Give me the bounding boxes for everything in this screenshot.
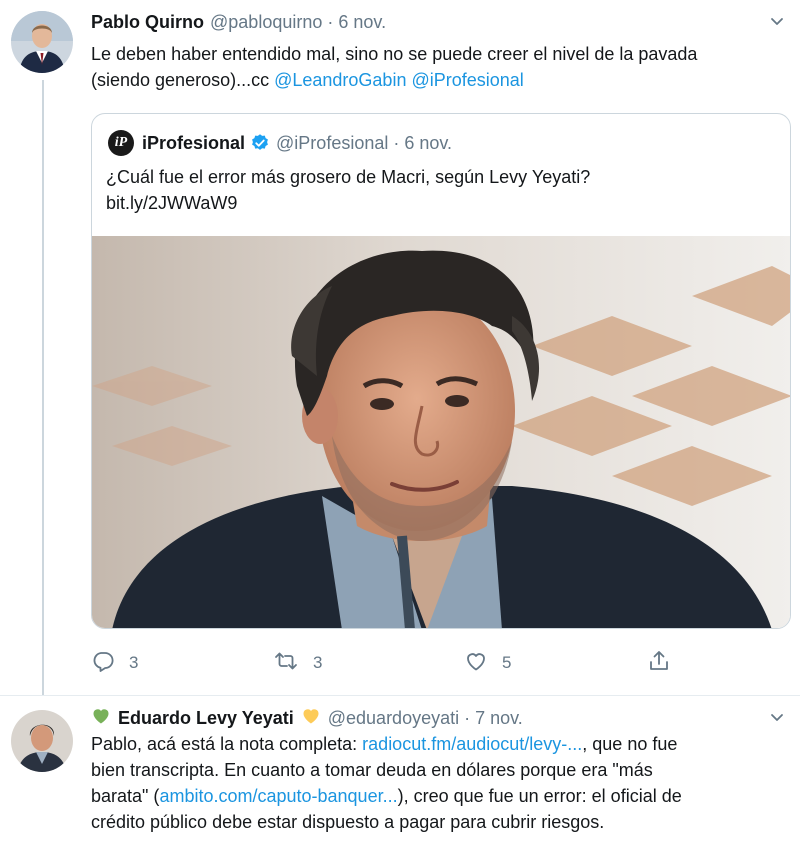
author-handle[interactable]: @pabloquirno <box>210 12 322 33</box>
author-handle[interactable]: @eduardoyeyati <box>328 708 459 729</box>
quoted-text: ¿Cuál fue el error más grosero de Macri,… <box>106 164 766 216</box>
like-count: 5 <box>502 653 512 672</box>
retweet-icon <box>273 649 313 678</box>
yellow-heart-icon <box>301 706 321 731</box>
mention-leandrogabin[interactable]: @LeandroGabin <box>274 70 406 90</box>
tweet2-line3: barata" (ambito.com/caputo-banquer...), … <box>91 783 791 809</box>
verified-badge-icon <box>250 133 270 153</box>
tweet1-header: Pablo Quirno @pabloquirno · 6 nov. <box>91 9 386 35</box>
tweet2-line3-b: ), creo que fue un error: el oficial de <box>397 786 682 806</box>
quoted-date[interactable]: 6 nov. <box>404 133 452 154</box>
quoted-header: iProfesional @iProfesional · 6 nov. <box>142 130 452 156</box>
tweet-date[interactable]: 6 nov. <box>338 12 386 33</box>
share-icon <box>648 649 684 678</box>
tweet2-line1: Pablo, acá está la nota completa: radioc… <box>91 731 791 757</box>
avatar-eduardo-levy-yeyati[interactable] <box>11 710 73 772</box>
quoted-text-line: ¿Cuál fue el error más grosero de Macri,… <box>106 167 591 187</box>
quoted-author-name[interactable]: iProfesional <box>142 133 245 154</box>
quoted-author-handle[interactable]: @iProfesional <box>276 133 388 154</box>
reply-count: 3 <box>129 653 139 672</box>
quoted-tweet-card[interactable]: iP iProfesional @iProfesional · 6 nov. ¿… <box>91 113 791 629</box>
quoted-link[interactable]: bit.ly/2JWWaW9 <box>106 190 766 216</box>
tweet1-text: Le deben haber entendido mal, sino no se… <box>91 41 791 93</box>
thread-connector-line <box>42 80 44 695</box>
separator-dot: · <box>464 707 471 728</box>
green-heart-icon <box>91 706 111 731</box>
tweet2-text: Pablo, acá está la nota completa: radioc… <box>91 731 791 835</box>
quoted-photo[interactable] <box>92 236 790 628</box>
tweet1-text-prefix: (siendo generoso)...cc <box>91 70 275 90</box>
tweet-date[interactable]: 7 nov. <box>475 708 523 729</box>
tweet1-text-line1: Le deben haber entendido mal, sino no se… <box>91 44 698 64</box>
tweet2-line1-b: , que no fue <box>582 734 678 754</box>
radiocut-link[interactable]: radiocut.fm/audiocut/levy-... <box>362 734 582 754</box>
chevron-down-icon[interactable] <box>768 708 786 726</box>
tweet1-actions: 3 3 5 <box>91 648 671 678</box>
like-button[interactable]: 5 <box>464 648 511 678</box>
heart-icon <box>464 649 502 678</box>
tweet2-line4: crédito público debe estar dispuesto a p… <box>91 812 605 832</box>
ambito-link[interactable]: ambito.com/caputo-banquer... <box>159 786 397 806</box>
tweet2-header: Eduardo Levy Yeyati @eduardoyeyati · 7 n… <box>91 705 523 731</box>
retweet-button[interactable]: 3 <box>273 648 322 678</box>
retweet-count: 3 <box>313 653 323 672</box>
tweet1-text-line2: (siendo generoso)...cc @LeandroGabin @iP… <box>91 67 791 93</box>
tweet2-line2: bien transcripta. En cuanto a tomar deud… <box>91 760 653 780</box>
tweet-pablo-quirno[interactable]: Pablo Quirno @pabloquirno · 6 nov. Le de… <box>0 0 800 695</box>
reply-icon <box>91 649 129 678</box>
author-name[interactable]: Eduardo Levy Yeyati <box>118 708 294 729</box>
author-name[interactable]: Pablo Quirno <box>91 12 204 33</box>
tweet2-line1-a: Pablo, acá está la nota completa: <box>91 734 363 754</box>
quoted-separator-dot: · <box>393 132 400 153</box>
tweet2-line3-a: barata" ( <box>91 786 160 806</box>
avatar-pablo-quirno[interactable] <box>11 11 73 73</box>
separator-dot: · <box>327 11 334 32</box>
reply-button[interactable]: 3 <box>91 648 138 678</box>
share-button[interactable] <box>648 648 684 678</box>
iprofesional-avatar[interactable]: iP <box>108 130 134 156</box>
chevron-down-icon[interactable] <box>768 12 786 30</box>
mention-iprofesional[interactable]: @iProfesional <box>411 70 523 90</box>
